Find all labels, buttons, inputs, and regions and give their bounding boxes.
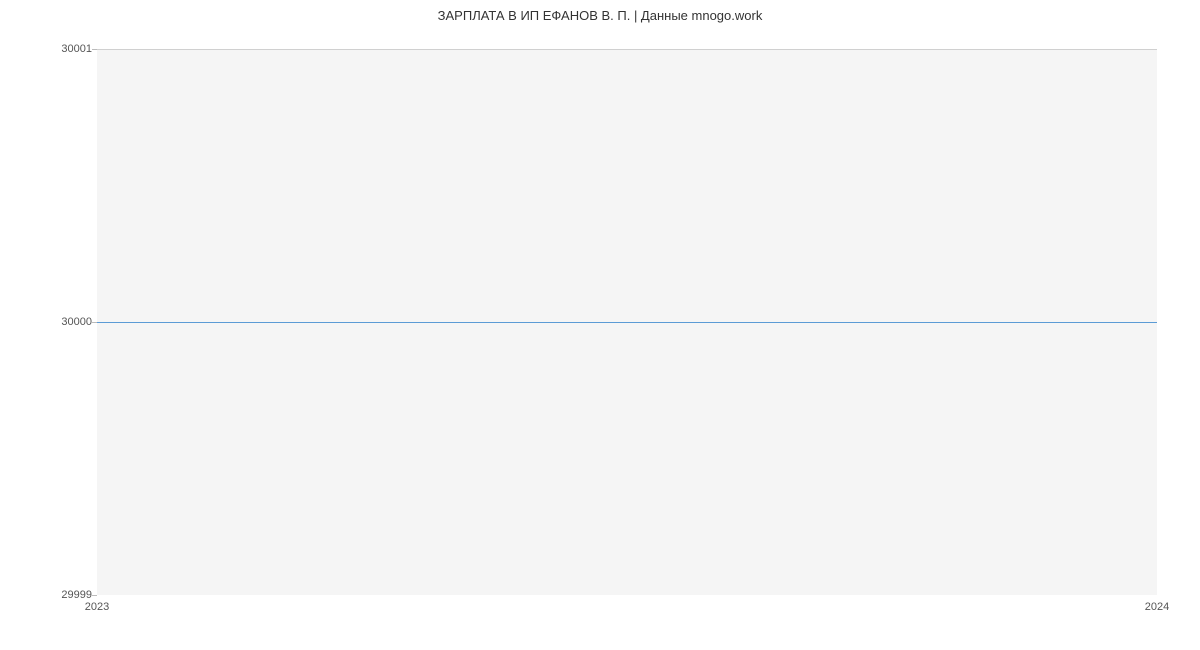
y-tick	[92, 49, 97, 50]
y-tick	[92, 322, 97, 323]
y-axis-label: 29999	[61, 589, 92, 601]
x-axis-label: 2023	[85, 601, 109, 613]
data-line	[97, 322, 1157, 323]
y-tick	[92, 595, 97, 596]
y-axis-label: 30000	[61, 316, 92, 328]
chart-title: ЗАРПЛАТА В ИП ЕФАНОВ В. П. | Данные mnog…	[0, 8, 1200, 23]
x-axis-label: 2024	[1145, 601, 1169, 613]
y-axis-label: 30001	[61, 43, 92, 55]
